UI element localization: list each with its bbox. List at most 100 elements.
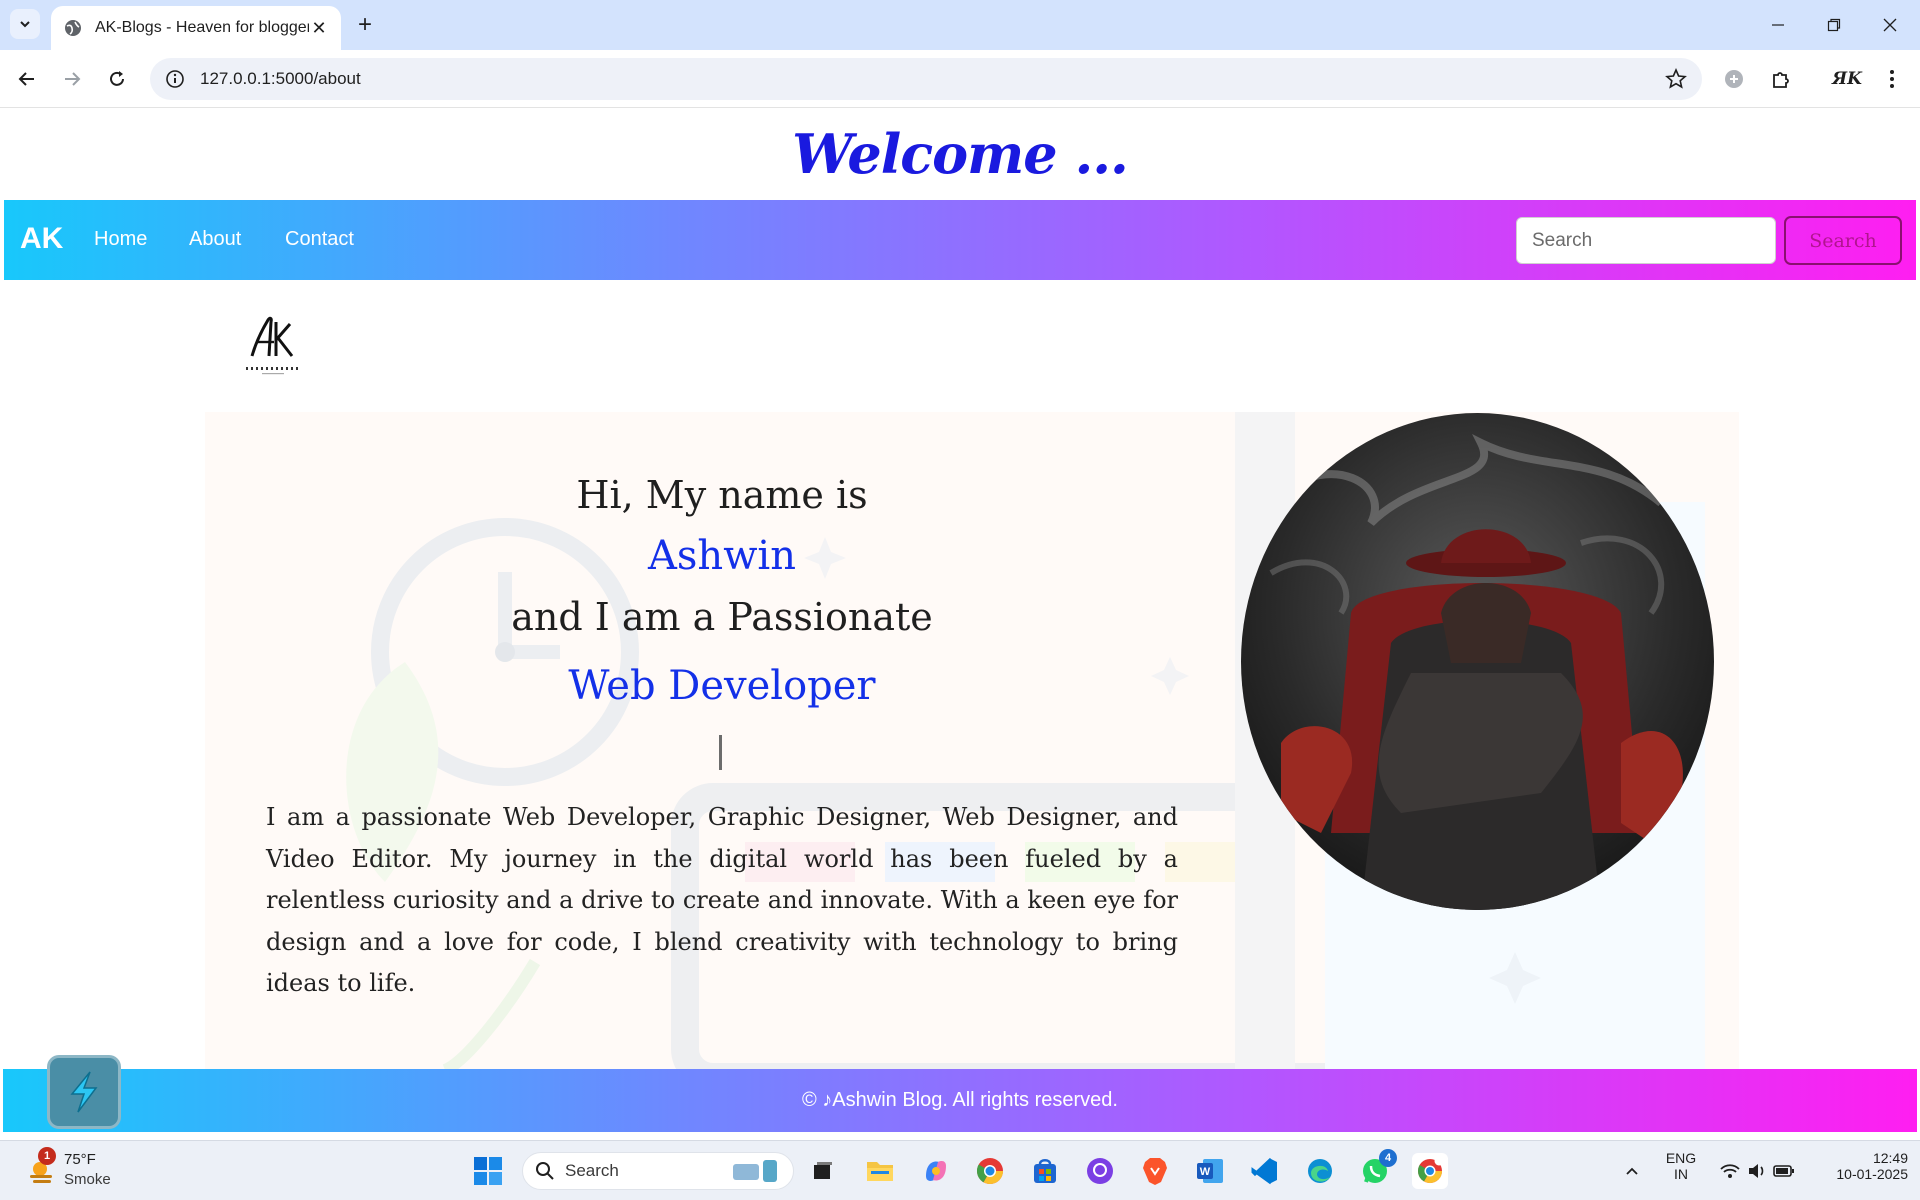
welcome-banner: Welcome ...: [0, 108, 1920, 200]
vscode-icon: [1251, 1157, 1277, 1185]
chevron-down-icon: [20, 21, 30, 28]
weather-badge: 1: [38, 1147, 56, 1165]
arrow-right-icon: [65, 72, 81, 86]
taskbar-word[interactable]: W: [1192, 1153, 1228, 1189]
edge-icon: [1308, 1159, 1332, 1183]
nav-link-about[interactable]: About: [189, 228, 241, 251]
typed-role: Web Developer: [568, 663, 876, 709]
info-icon: [166, 70, 184, 88]
show-hidden-icons-button[interactable]: [1614, 1153, 1650, 1189]
svg-text:W: W: [1200, 1166, 1211, 1178]
start-button[interactable]: [470, 1153, 506, 1189]
nav-link-home[interactable]: Home: [94, 228, 147, 251]
back-button[interactable]: [10, 62, 44, 96]
tab-search-button[interactable]: [10, 9, 40, 39]
taskbar-file-explorer[interactable]: [862, 1153, 898, 1189]
chevron-up-icon: [1626, 1167, 1638, 1175]
reload-icon: [110, 71, 124, 86]
taskbar-search[interactable]: Search: [522, 1152, 794, 1190]
minimize-icon: [1772, 24, 1784, 26]
language-indicator[interactable]: ENG IN: [1660, 1150, 1702, 1182]
battery-icon: [1773, 1165, 1794, 1177]
browser-menu-button[interactable]: [1875, 62, 1909, 96]
task-view-button[interactable]: [805, 1153, 841, 1189]
minimize-button[interactable]: [1750, 0, 1806, 50]
restore-button[interactable]: [1806, 0, 1862, 50]
globe-icon: [65, 20, 81, 36]
nav-link-contact[interactable]: Contact: [285, 228, 354, 251]
close-window-button[interactable]: [1862, 0, 1918, 50]
close-tab-icon[interactable]: ✕: [309, 18, 329, 38]
profile-portrait: [1241, 413, 1714, 910]
arrow-left-icon: [18, 72, 34, 86]
brand-logo[interactable]: AK: [20, 222, 63, 256]
tab-title: AK-Blogs - Heaven for bloggers: [95, 19, 309, 36]
language-region: IN: [1674, 1166, 1688, 1182]
clock-time: 12:49: [1872, 1150, 1908, 1166]
taskbar-chrome-active[interactable]: [1412, 1153, 1448, 1189]
search-icon: [536, 1162, 554, 1180]
taskbar-copilot[interactable]: [918, 1153, 954, 1189]
weather-temp: 75°F: [64, 1151, 96, 1168]
puzzle-icon: [1773, 72, 1789, 88]
site-info-button[interactable]: [154, 58, 196, 100]
folder-icon: [867, 1162, 893, 1181]
forward-button[interactable]: [55, 62, 89, 96]
wifi-icon: [1720, 1164, 1740, 1178]
volume-icon: [1749, 1164, 1764, 1178]
search-input[interactable]: [1516, 217, 1776, 264]
navbar: AK Home About Contact Search: [4, 200, 1916, 280]
github-icon: [1087, 1158, 1113, 1184]
profile-button[interactable]: ЯK: [1830, 62, 1864, 96]
address-bar[interactable]: 127.0.0.1:5000/about: [150, 58, 1702, 100]
word-icon: W: [1197, 1159, 1223, 1183]
whatsapp-badge: 4: [1379, 1149, 1397, 1167]
copilot-icon: [926, 1161, 946, 1181]
new-tab-button[interactable]: +: [350, 10, 380, 40]
language-code: ENG: [1665, 1150, 1697, 1166]
ak-creative-logo[interactable]: [238, 312, 308, 378]
footer-copyright: © ♪Ashwin Blog. All rights reserved.: [802, 1089, 1118, 1111]
close-icon: [1883, 18, 1897, 32]
typing-cursor: [719, 735, 722, 770]
more-vertical-icon: [1890, 70, 1894, 88]
taskbar-store[interactable]: [1027, 1153, 1063, 1189]
windows-logo-icon: [474, 1157, 502, 1185]
taskbar-search-label: Search: [565, 1161, 619, 1180]
extensions-menu-button[interactable]: [1764, 62, 1798, 96]
taskbar-whatsapp[interactable]: 4: [1357, 1149, 1397, 1189]
windows-taskbar: 1 75°F Smoke Search W 4 ENG IN 12:49 10-…: [0, 1140, 1920, 1200]
browser-tab[interactable]: AK-Blogs - Heaven for bloggers ✕: [51, 6, 341, 50]
taskbar-edge[interactable]: [1302, 1153, 1338, 1189]
taskbar-chrome[interactable]: [972, 1153, 1008, 1189]
bookmark-button[interactable]: [1656, 59, 1696, 99]
search-button[interactable]: Search: [1784, 216, 1902, 265]
intro-line-2: and I am a Passionate: [511, 595, 933, 639]
store-bag-icon: [1034, 1159, 1056, 1183]
reload-button[interactable]: [100, 62, 134, 96]
taskbar-brave[interactable]: [1137, 1153, 1173, 1189]
clock-date: 10-01-2025: [1836, 1166, 1908, 1182]
chrome-profile-icon: [1418, 1156, 1444, 1184]
chrome-icon: [976, 1158, 1004, 1185]
star-icon: [1665, 68, 1687, 89]
floating-app-widget[interactable]: [47, 1055, 121, 1129]
weather-condition: Smoke: [64, 1171, 111, 1188]
browser-tab-bar: AK-Blogs - Heaven for bloggers ✕ +: [0, 0, 1920, 50]
site-footer: © ♪Ashwin Blog. All rights reserved.: [3, 1069, 1917, 1132]
url-text[interactable]: 127.0.0.1:5000/about: [200, 69, 1656, 89]
clock[interactable]: 12:49 10-01-2025: [1808, 1150, 1908, 1182]
weather-widget[interactable]: 1 75°F Smoke: [24, 1147, 134, 1193]
profile-ak-icon: ЯK: [1832, 69, 1862, 89]
extension-badge-icon: [1725, 70, 1743, 88]
taskbar-github[interactable]: [1082, 1153, 1118, 1189]
search-highlight-icon: [733, 1160, 777, 1182]
welcome-text: Welcome ...: [792, 122, 1129, 186]
author-name: Ashwin: [648, 533, 796, 579]
intro-line-1: Hi, My name is: [576, 473, 868, 517]
system-tray-status[interactable]: [1712, 1153, 1802, 1189]
taskbar-vscode[interactable]: [1247, 1153, 1283, 1189]
lightning-logo-icon: [70, 1071, 98, 1113]
extension-button[interactable]: [1717, 62, 1751, 96]
brave-lion-icon: [1143, 1158, 1167, 1185]
